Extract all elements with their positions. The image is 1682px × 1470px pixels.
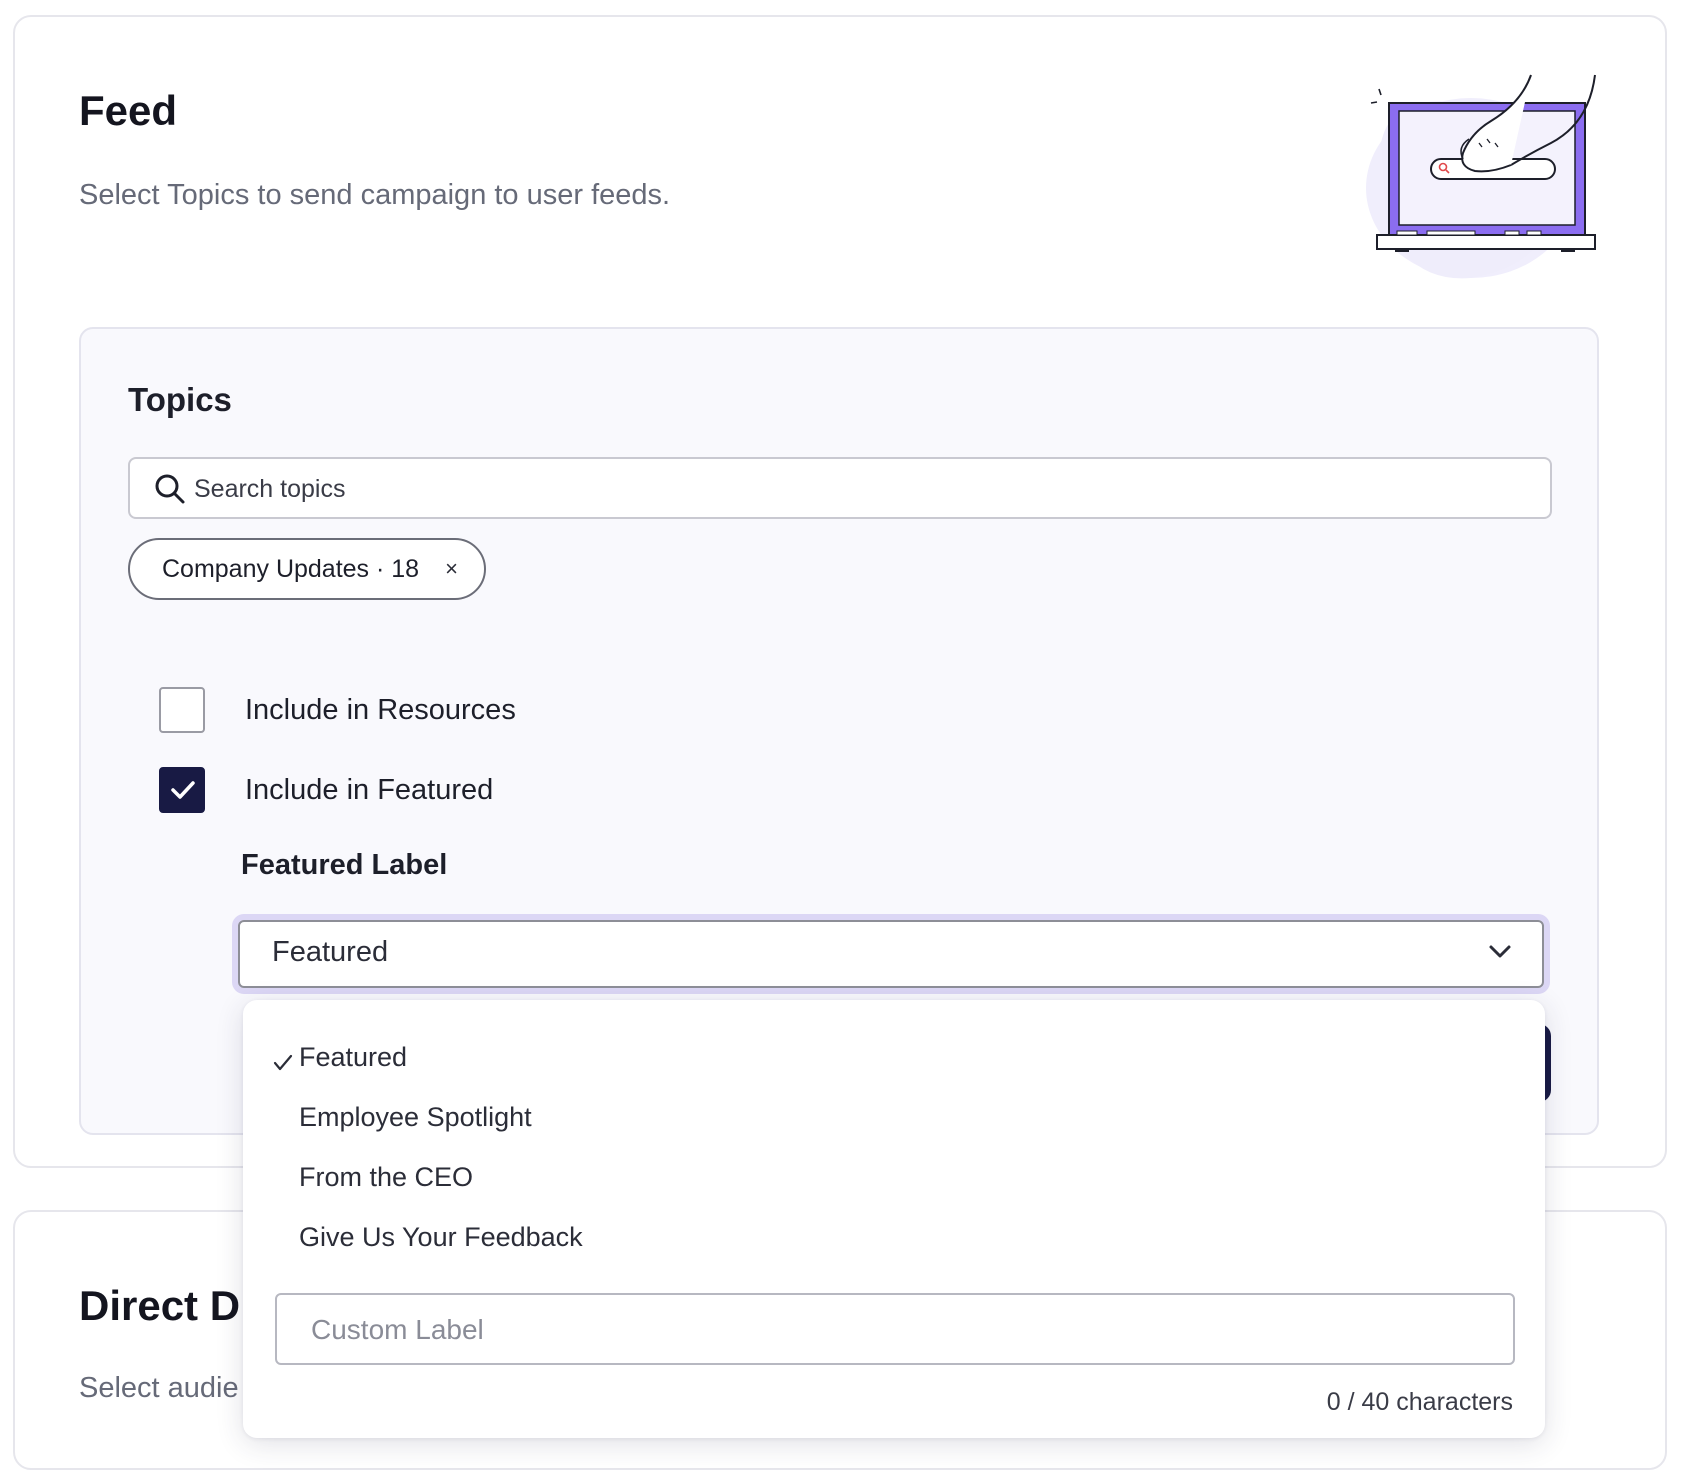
custom-label-field[interactable] [275,1293,1515,1365]
topic-chip: Company Updates · 18 × [128,538,486,600]
include-resources-label: Include in Resources [245,693,516,726]
feed-subtitle: Select Topics to send campaign to user f… [79,179,671,211]
selected-check-icon [273,1054,293,1071]
include-resources-row[interactable]: Include in Resources [159,687,516,733]
featured-label-dropdown: Featured Employee Spotlight From the CEO… [243,1000,1545,1438]
feed-title: Feed [79,87,178,134]
dropdown-option-featured[interactable]: Featured [299,1042,407,1073]
direct-title: Direct D [79,1282,241,1329]
search-icon [155,474,185,504]
laptop-illustration-icon [1366,74,1596,279]
include-featured-checkbox[interactable] [159,767,205,813]
checkmark-icon [171,781,195,799]
dropdown-option-employee-spotlight[interactable]: Employee Spotlight [299,1102,532,1133]
direct-subtitle: Select audie [79,1372,239,1404]
remove-chip-icon[interactable]: × [445,556,458,582]
chevron-down-icon [1489,945,1511,958]
topic-chip-label: Company Updates · 18 [162,554,420,583]
dropdown-option-from-the-ceo[interactable]: From the CEO [299,1162,473,1193]
search-topics-field[interactable] [128,457,1552,519]
topics-title: Topics [128,381,232,418]
featured-label-select[interactable]: Featured [238,920,1544,988]
include-resources-checkbox[interactable] [159,687,205,733]
search-topics-input[interactable] [192,459,1516,519]
featured-label-selected-value: Featured [272,936,389,968]
dropdown-option-give-feedback[interactable]: Give Us Your Feedback [299,1222,583,1253]
include-featured-label: Include in Featured [245,773,494,806]
include-featured-row[interactable]: Include in Featured [159,767,493,813]
custom-label-input[interactable] [309,1295,1493,1365]
character-count: 0 / 40 characters [1326,1388,1513,1416]
featured-label-title: Featured Label [241,849,448,881]
feed-card: Feed Select Topics to send campaign to u… [13,15,1667,1168]
